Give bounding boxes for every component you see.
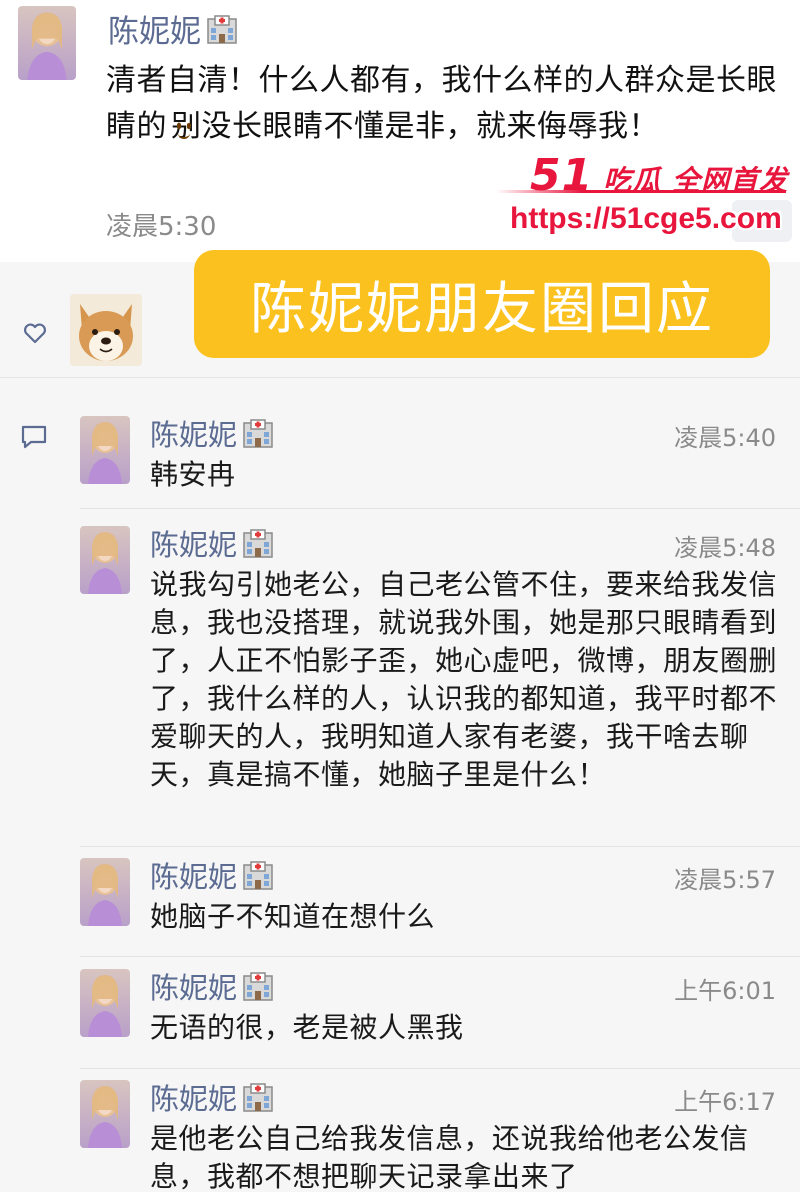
commenter-name[interactable]: 陈妮妮 xyxy=(150,412,275,454)
commenter-avatar[interactable] xyxy=(80,969,130,1037)
commenter-name-text[interactable]: 陈妮妮 xyxy=(150,965,237,1007)
commenter-avatar[interactable] xyxy=(80,526,130,594)
comment-text: 无语的很，老是被人黑我 xyxy=(150,1011,464,1044)
commenter-name[interactable]: 陈妮妮 xyxy=(150,854,275,896)
commenter-name[interactable]: 陈妮妮 xyxy=(150,522,275,564)
comment-timestamp: 上午6:17 xyxy=(674,1088,776,1116)
post-text: 清者自清！什么人都有，我什么样的人群众是长眼睛的 别没长眼睛不懂是非，就来侮辱我！ xyxy=(106,58,794,154)
moments-post: 陈妮妮 清者自清！什么人都有，我什么样的人群众是长眼睛的 别没长眼睛不懂是非，就来… xyxy=(0,0,800,260)
author-avatar[interactable] xyxy=(18,6,76,80)
watermark-url: https://51cge5.com xyxy=(510,202,782,235)
liker-avatar[interactable] xyxy=(70,294,142,366)
comment-text: 韩安冉 xyxy=(150,458,236,491)
comment-timestamp: 凌晨5:40 xyxy=(674,424,776,452)
hospital-badge-icon xyxy=(241,1081,275,1113)
headline-banner: 陈妮妮朋友圈回应 xyxy=(194,250,770,358)
post-timestamp: 凌晨5:30 xyxy=(106,212,217,242)
comment-timestamp: 凌晨5:48 xyxy=(674,534,776,562)
commenter-name-text[interactable]: 陈妮妮 xyxy=(150,854,237,896)
watermark-brand-number: 51 xyxy=(530,150,594,201)
commenter-name[interactable]: 陈妮妮 xyxy=(150,965,275,1007)
heart-icon xyxy=(24,323,46,344)
comments-section: 陈妮妮 凌晨5:40 韩安冉 陈妮妮 凌晨5:48 说我勾引她老公，自己老公管不… xyxy=(0,262,800,1192)
hospital-badge-icon xyxy=(241,859,275,891)
comment-item[interactable]: 陈妮妮 凌晨5:57 她脑子不知道在想什么 xyxy=(66,854,784,954)
hospital-badge-icon xyxy=(241,970,275,1002)
comment-text: 她脑子不知道在想什么 xyxy=(150,900,436,933)
comment-timestamp: 凌晨5:57 xyxy=(674,866,776,894)
comment-item[interactable]: 陈妮妮 凌晨5:48 说我勾引她老公，自己老公管不住，要来给我发信息，我也没搭理… xyxy=(66,522,784,842)
watermark-brand-text: 吃瓜 全网首发 xyxy=(603,164,788,197)
comment-text: 是他老公自己给我发信息，还说我给他老公发信息，我都不想把聊天记录拿出来了 xyxy=(150,1122,749,1192)
comment-item[interactable]: 陈妮妮 上午6:01 无语的很，老是被人黑我 xyxy=(66,965,784,1065)
post-text-part-2: 别没长眼睛不懂是非，就来侮辱我！ xyxy=(171,109,659,144)
divider xyxy=(80,846,800,847)
comment-text: 说我勾引她老公，自己老公管不住，要来给我发信息，我也没搭理，就说我外围，她是那只… xyxy=(150,568,778,791)
divider xyxy=(80,508,800,509)
hospital-badge-icon xyxy=(205,13,239,45)
author-name-text[interactable]: 陈妮妮 xyxy=(108,6,201,51)
divider xyxy=(80,956,800,957)
watermark-line xyxy=(496,190,786,193)
divider xyxy=(80,1068,800,1069)
watermark: 51 吃瓜 全网首发 https://51cge5.com xyxy=(496,150,796,246)
comment-item[interactable]: 陈妮妮 凌晨5:40 韩安冉 xyxy=(66,412,784,502)
commenter-name-text[interactable]: 陈妮妮 xyxy=(150,412,237,454)
hospital-badge-icon xyxy=(241,527,275,559)
commenter-name-text[interactable]: 陈妮妮 xyxy=(150,1076,237,1118)
author-name[interactable]: 陈妮妮 xyxy=(108,6,239,51)
commenter-name-text[interactable]: 陈妮妮 xyxy=(150,522,237,564)
commenter-avatar[interactable] xyxy=(80,858,130,926)
commenter-avatar[interactable] xyxy=(80,416,130,484)
comment-item[interactable]: 陈妮妮 上午6:17 是他老公自己给我发信息，还说我给他老公发信息，我都不想把聊… xyxy=(66,1076,784,1192)
commenter-avatar[interactable] xyxy=(80,1080,130,1148)
hospital-badge-icon xyxy=(241,417,275,449)
watermark-brand: 51 吃瓜 全网首发 xyxy=(530,150,788,201)
commenter-name[interactable]: 陈妮妮 xyxy=(150,1076,275,1118)
comment-icon xyxy=(21,425,47,449)
comment-timestamp: 上午6:01 xyxy=(674,977,776,1005)
